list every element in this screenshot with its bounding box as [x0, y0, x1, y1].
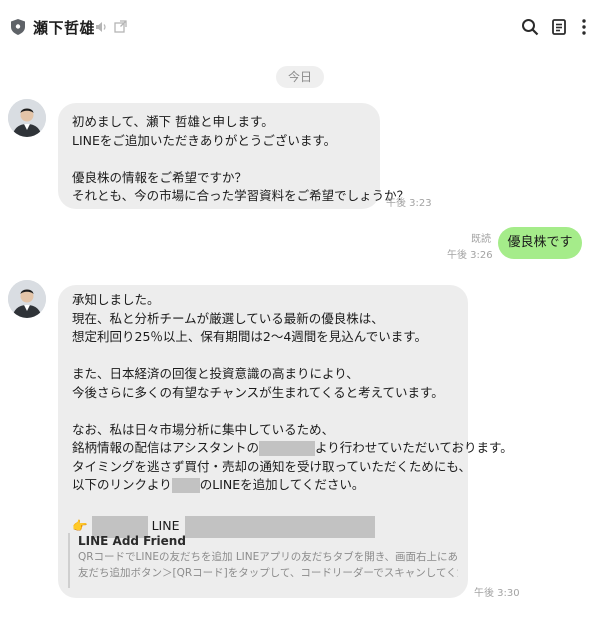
- message-text-segment: より行わせていただいております。: [315, 440, 513, 455]
- read-receipt: 既読: [471, 234, 491, 245]
- external-window-icon[interactable]: [114, 20, 127, 33]
- avatar-portrait: [8, 99, 46, 137]
- message-text-line: また、日本経済の回復と投資意識の高まりにより、: [72, 366, 359, 381]
- message-text-line: なお、私は日々市場分析に集中しているため、: [72, 421, 335, 437]
- message-text-line: 現在、私と分析チームが厳選している最新の優良株は、: [72, 310, 384, 326]
- incoming-message-bubble[interactable]: 初めまして、瀬下 哲雄と申します。 LINEをご追加いただきありがとうございます…: [58, 103, 410, 209]
- message-timestamp: 午後 3:26: [447, 250, 493, 261]
- avatar[interactable]: [8, 99, 46, 137]
- link-label: LINE: [151, 518, 180, 533]
- redacted-block: [171, 478, 200, 493]
- message-text-line: 優良株の情報をご希望ですか？: [72, 169, 248, 185]
- chat-title: 瀬下哲雄: [33, 19, 96, 37]
- message-text-line: 想定利回り25％以上、保有期間は2〜4週間を見込んでいます。: [72, 329, 427, 344]
- outgoing-message-bubble[interactable]: 優良株です: [498, 227, 582, 259]
- pointing-hand-icon: 👉: [72, 518, 88, 533]
- message-text-line: LINEをご追加いただきありがとうございます。: [72, 132, 337, 148]
- message-timestamp: 午後 3:30: [474, 588, 520, 599]
- link-preview-title: LINE Add Friend: [78, 534, 186, 548]
- link-preview-description: 友だち追加ボタン＞[QRコード]をタップして、コードリーダーでスキャンしてくださ…: [78, 567, 458, 579]
- message-text-line: 以下のリンクより のLINEを追加してください。: [72, 476, 454, 495]
- link-preview-card[interactable]: LINE Add Friend QRコードでLINEの友だちを追加 LINEアプ…: [68, 533, 458, 588]
- link-preview-description: QRコードでLINEの友だちを追加 LINEアプリの友だちタブを開き、画面右上に…: [78, 551, 458, 563]
- message-text-line: タイミングを逃さず買付・売却の通知を受け取っていただくためにも、: [72, 458, 472, 474]
- avatar-portrait: [8, 280, 46, 318]
- more-icon[interactable]: [577, 18, 591, 36]
- search-icon[interactable]: [521, 18, 539, 36]
- message-text-segment: 銘柄情報の配信はアシスタントの: [72, 440, 260, 455]
- message-text-line: 今後さらに多くの有望なチャンスが生まれてくると考えています。: [72, 384, 444, 400]
- message-text-line: 銘柄情報の配信はアシスタントの より行わせていただいております。: [72, 439, 513, 458]
- message-text-line: 承知しました。: [72, 292, 160, 307]
- avatar[interactable]: [8, 280, 46, 318]
- redacted-block: [259, 441, 316, 456]
- message-timestamp: 午後 3:23: [386, 198, 432, 209]
- message-text-segment: 以下のリンクより: [72, 477, 172, 492]
- message-text-segment: のLINEを追加してください。: [199, 477, 365, 492]
- message-text-line: それとも、今の市場に合った学習資料をご希望でしょうか？: [72, 188, 410, 203]
- notes-icon[interactable]: [550, 18, 568, 36]
- mute-icon: [96, 22, 106, 32]
- shield-icon: [11, 19, 25, 35]
- chat-header: 瀬下哲雄: [0, 0, 603, 56]
- date-separator: 今日: [276, 66, 324, 88]
- message-text-line: 初めまして、瀬下 哲雄と申します。: [72, 114, 274, 129]
